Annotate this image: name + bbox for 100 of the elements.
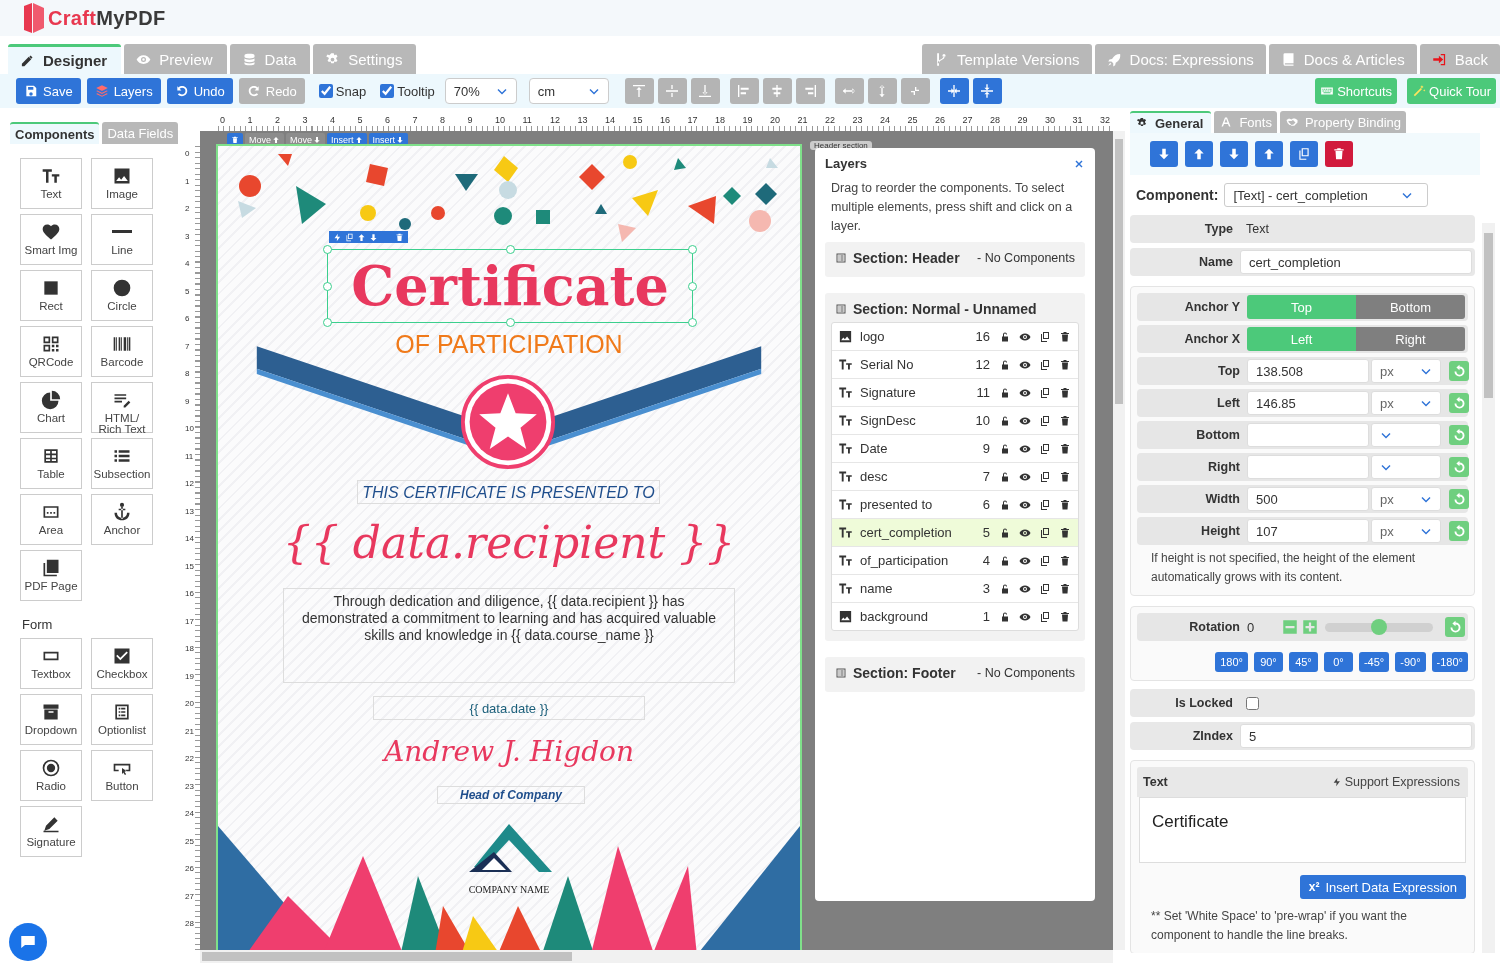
unit-select[interactable]: cm — [528, 78, 609, 104]
distribute-button[interactable] — [939, 78, 969, 104]
align-button[interactable] — [762, 78, 792, 104]
component-tile[interactable]: Rect — [20, 270, 82, 321]
layer-row[interactable]: logo 16 — [832, 323, 1078, 351]
reset-button[interactable] — [1449, 521, 1469, 541]
reset-button[interactable] — [1445, 617, 1465, 637]
resize-handle[interactable] — [688, 318, 697, 327]
anchor-option[interactable]: Right — [1356, 327, 1465, 351]
toggle-checkbox[interactable] — [318, 84, 333, 98]
unit-select[interactable] — [1371, 455, 1441, 479]
component-tile[interactable]: Table — [20, 438, 82, 489]
chat-button[interactable] — [9, 923, 47, 961]
layer-row[interactable]: of_participation 4 — [832, 547, 1078, 575]
anchor-option[interactable]: Bottom — [1356, 295, 1465, 319]
angle-preset-button[interactable]: 180° — [1215, 652, 1248, 672]
floppy-disk-button[interactable]: Save — [16, 78, 81, 104]
panel-tab[interactable]: Components — [10, 122, 100, 144]
number-field[interactable] — [1247, 455, 1369, 479]
component-tile[interactable]: Signature — [20, 806, 82, 857]
layer-row[interactable]: desc 7 — [832, 463, 1078, 491]
action-button[interactable] — [1150, 141, 1178, 167]
element-action-bar[interactable] — [329, 231, 408, 243]
toggle-checkbox[interactable] — [380, 84, 395, 98]
component-tile[interactable]: HTML/ Rich Text — [91, 382, 153, 433]
reset-button[interactable] — [1449, 457, 1469, 477]
number-field[interactable]: 146.85 — [1247, 391, 1369, 415]
layer-row[interactable]: Serial No 12 — [832, 351, 1078, 379]
component-tile[interactable]: Radio — [20, 750, 82, 801]
component-tile[interactable]: Anchor — [91, 494, 153, 545]
component-tile[interactable]: Text — [20, 158, 82, 209]
number-field[interactable] — [1247, 423, 1369, 447]
distribute-button[interactable] — [972, 78, 1002, 104]
undo-button[interactable]: Undo — [166, 78, 233, 104]
horizontal-scrollbar[interactable] — [200, 950, 1113, 963]
layer-row[interactable]: background 1 — [832, 603, 1078, 630]
component-tile[interactable]: Button — [91, 750, 153, 801]
align-button[interactable] — [657, 78, 687, 104]
layers-button[interactable]: Layers — [86, 78, 161, 104]
component-tile[interactable]: Chart — [20, 382, 82, 433]
angle-preset-button[interactable]: -180° — [1431, 652, 1468, 672]
layer-row[interactable]: cert_completion 5 — [832, 519, 1078, 547]
align-button[interactable] — [690, 78, 720, 104]
rotation-slider[interactable] — [1325, 622, 1433, 632]
component-tile[interactable]: Checkbox — [91, 638, 153, 689]
unit-select[interactable]: px — [1371, 391, 1441, 415]
component-tile[interactable]: Subsection — [91, 438, 153, 489]
component-tile[interactable]: Line — [91, 214, 153, 265]
layer-row[interactable]: SignDesc 10 — [832, 407, 1078, 435]
resize-handle[interactable] — [688, 245, 697, 254]
angle-preset-button[interactable]: 0° — [1323, 652, 1353, 672]
selection-frame[interactable]: Certificate — [327, 249, 693, 323]
component-tile[interactable]: Optionlist — [91, 694, 153, 745]
angle-preset-button[interactable]: 45° — [1288, 652, 1318, 672]
unit-select[interactable]: px — [1371, 359, 1441, 383]
unit-select[interactable] — [1371, 423, 1441, 447]
component-select[interactable]: [Text] - cert_completion — [1224, 183, 1429, 207]
vertical-scrollbar[interactable] — [1113, 131, 1125, 950]
number-field[interactable]: 138.508 — [1247, 359, 1369, 383]
action-button[interactable] — [1325, 141, 1353, 167]
align-button[interactable] — [900, 78, 930, 104]
resize-handle[interactable] — [505, 245, 515, 254]
designer-tab[interactable]: Designer — [8, 44, 122, 74]
angle-preset-button[interactable]: -45° — [1358, 652, 1390, 672]
component-tile[interactable]: Area — [20, 494, 82, 545]
reset-button[interactable] — [1449, 393, 1469, 413]
align-button[interactable] — [729, 78, 759, 104]
component-tile[interactable]: Image — [91, 158, 153, 209]
align-button[interactable] — [867, 78, 897, 104]
zindex-field[interactable]: 5 — [1240, 724, 1472, 748]
angle-preset-button[interactable]: 90° — [1253, 652, 1283, 672]
align-button[interactable] — [834, 78, 864, 104]
component-tile[interactable]: Textbox — [20, 638, 82, 689]
number-field[interactable]: 107 — [1247, 519, 1369, 543]
component-tile[interactable]: Dropdown — [20, 694, 82, 745]
unit-select[interactable]: px — [1371, 487, 1441, 511]
align-button[interactable] — [795, 78, 825, 104]
angle-preset-button[interactable]: -90° — [1395, 652, 1426, 672]
resize-handle[interactable] — [323, 245, 332, 254]
resize-handle[interactable] — [688, 281, 697, 291]
locked-checkbox[interactable] — [1246, 696, 1259, 710]
vertical-scrollbar[interactable] — [1482, 223, 1495, 953]
layer-row[interactable]: Date 9 — [832, 435, 1078, 463]
resize-handle[interactable] — [323, 281, 332, 291]
action-button[interactable] — [1185, 141, 1213, 167]
name-field[interactable]: cert_completion — [1240, 250, 1472, 274]
decrease-button[interactable] — [1281, 618, 1299, 636]
component-tile[interactable]: Smart Img — [20, 214, 82, 265]
component-tile[interactable]: QRCode — [20, 326, 82, 377]
action-button[interactable] — [1220, 141, 1248, 167]
reset-button[interactable] — [1449, 425, 1469, 445]
reset-button[interactable] — [1449, 489, 1469, 509]
layer-row[interactable]: name 3 — [832, 575, 1078, 603]
component-tile[interactable]: PDF Page — [20, 550, 82, 601]
number-field[interactable]: 500 — [1247, 487, 1369, 511]
zoom-select[interactable]: 70% — [444, 78, 517, 104]
component-tile[interactable]: Circle — [91, 270, 153, 321]
properties-tab[interactable]: General — [1130, 111, 1212, 133]
resize-handle[interactable] — [505, 318, 515, 327]
reset-button[interactable] — [1449, 361, 1469, 381]
